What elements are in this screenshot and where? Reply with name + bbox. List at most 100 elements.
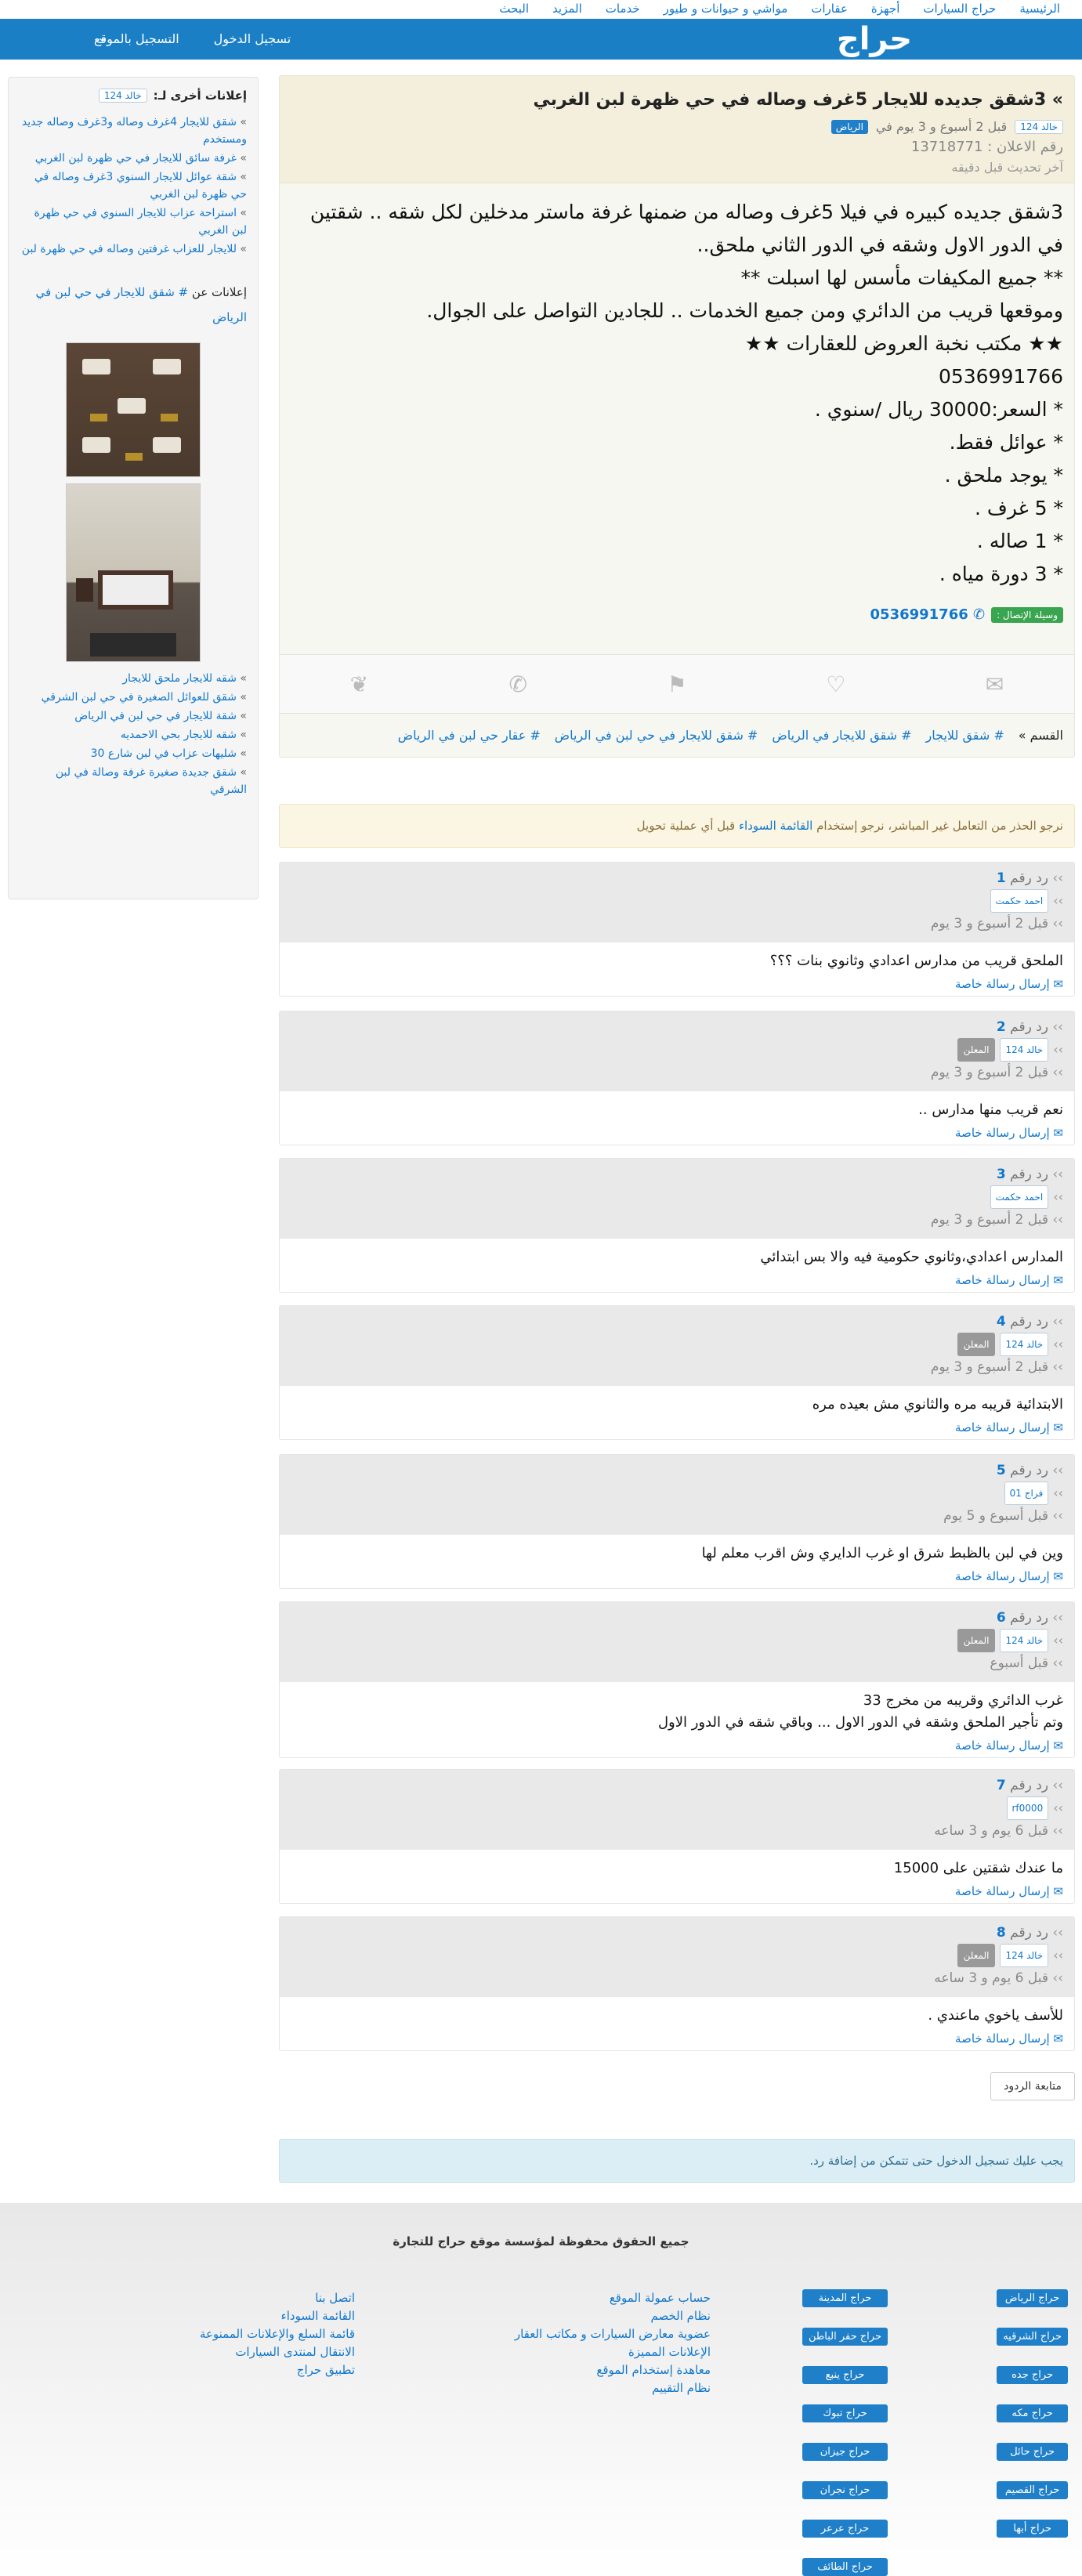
reply-number-link[interactable]: 6	[997, 1610, 1006, 1626]
reply-user-badge[interactable]: احمد حكمت	[990, 889, 1049, 913]
top-nav-link[interactable]: البحث	[499, 2, 529, 16]
city-button[interactable]: حراج حفر الباطن	[802, 2328, 888, 2346]
category-tag-link[interactable]: # شقق للايجار في الرياض	[772, 728, 911, 743]
top-nav-link[interactable]: أجهزة	[871, 2, 900, 16]
category-tag-link[interactable]: # شقق للايجار في حي لبن في الرياض	[555, 728, 758, 743]
other-ad-link[interactable]: غرفة سائق للايجار في حي ظهرة لبن الغربي	[35, 152, 237, 165]
reply-number-link[interactable]: 8	[997, 1925, 1006, 1941]
private-message-link[interactable]: ✉ إرسال رسالة خاصة	[280, 1738, 1074, 1757]
private-message-link[interactable]: ✉ إرسال رسالة خاصة	[280, 2031, 1074, 2050]
related-ad-link[interactable]: شقة للايجار في حي لبن في الرياض	[74, 710, 237, 722]
city-button[interactable]: حراج جده	[997, 2366, 1068, 2384]
city-button[interactable]: حراج الطائف	[802, 2558, 888, 2576]
city-button[interactable]: حراج مكه	[997, 2404, 1068, 2422]
other-ad-item[interactable]: » شقة عوائل للايجار السنوي 3غرف وصاله في…	[20, 168, 247, 203]
footer-link[interactable]: حساب عمولة الموقع	[515, 2289, 711, 2307]
city-button[interactable]: حراج تبوك	[802, 2404, 888, 2422]
follow-replies-button[interactable]: متابعة الردود	[990, 2072, 1075, 2100]
related-ad-link[interactable]: شقه للايجار ملحق للايجار	[122, 672, 237, 685]
reply-number-link[interactable]: 1	[997, 870, 1006, 886]
other-ad-link[interactable]: شقق للايجار 4غرف وصاله و3غرف وصاله جديد …	[22, 116, 247, 146]
footer-link[interactable]: القائمة السوداء	[200, 2307, 355, 2325]
related-ad-item[interactable]: » شقق جديدة صغيرة غرفة وصالة في لبن الشر…	[20, 764, 247, 798]
footer-link[interactable]: قائمة السلع والإعلانات الممنوعة	[200, 2325, 355, 2343]
other-ad-link[interactable]: للايجار للعزاب غرفتين وصاله في حي ظهرة ل…	[22, 243, 237, 255]
category-tag-link[interactable]: # شقق للايجار	[926, 728, 1004, 743]
other-ad-link[interactable]: شقة عوائل للايجار السنوي 3غرف وصاله في ح…	[34, 171, 247, 201]
reply-number-link[interactable]: 4	[997, 1314, 1006, 1330]
city-button[interactable]: حراج المدينة	[802, 2289, 888, 2307]
related-ad-item[interactable]: » شقة للايجار في حي لبن في الرياض	[20, 707, 247, 725]
other-ad-item[interactable]: » استراحة عزاب للايجار السنوي في حي ظهرة…	[20, 204, 247, 239]
other-ad-link[interactable]: استراحة عزاب للايجار السنوي في حي ظهرة ل…	[34, 207, 247, 237]
other-ads-user-badge[interactable]: خالد 124	[98, 89, 147, 103]
city-button[interactable]: حراج حائل	[997, 2443, 1068, 2461]
reply-number-link[interactable]: 5	[997, 1463, 1006, 1478]
related-ad-item[interactable]: » شليهات عزاب في لبن شارع 30	[20, 745, 247, 762]
footer-link[interactable]: اتصل بنا	[200, 2289, 355, 2307]
private-message-link[interactable]: ✉ إرسال رسالة خاصة	[280, 1569, 1074, 1588]
related-ad-link[interactable]: شقه للايجار بحي الاحمديه	[121, 729, 237, 741]
footer-link[interactable]: تطبيق حراج	[200, 2361, 355, 2379]
city-button[interactable]: حراج جيزان	[802, 2443, 888, 2461]
contact-phone[interactable]: ✆ 0536991766	[870, 606, 986, 623]
other-ad-item[interactable]: » للايجار للعزاب غرفتين وصاله في حي ظهرة…	[20, 241, 247, 258]
reply-number-link[interactable]: 7	[997, 1778, 1006, 1793]
city-button[interactable]: حراج القصيم	[997, 2481, 1068, 2499]
footer-link[interactable]: الإعلانات المميزة	[515, 2343, 711, 2361]
reply-user-badge[interactable]: rf0000	[1006, 1796, 1049, 1820]
private-message-link[interactable]: ✉ إرسال رسالة خاصة	[280, 977, 1074, 996]
reply-user-badge[interactable]: خالد 124	[1000, 1629, 1049, 1652]
city-button[interactable]: حراج ينبع	[802, 2366, 888, 2384]
ad-user-badge[interactable]: خالد 124	[1015, 119, 1063, 134]
footer-link[interactable]: عضوية معارض السيارات و مكاتب العقار	[515, 2325, 711, 2343]
private-message-link[interactable]: ✉ إرسال رسالة خاصة	[280, 1420, 1074, 1439]
top-nav-link[interactable]: الرئيسية	[1019, 2, 1060, 16]
related-ad-item[interactable]: » شقه للايجار بحي الاحمديه	[20, 726, 247, 743]
top-nav-link[interactable]: حراج السيارات	[923, 2, 996, 16]
city-button[interactable]: حراج الشرقيه	[997, 2328, 1068, 2346]
reply-user-badge[interactable]: احمد حكمت	[990, 1185, 1049, 1209]
listing-photo-ceiling[interactable]	[66, 342, 201, 477]
related-ad-link[interactable]: شقق جديدة صغيرة غرفة وصالة في لبن الشرقي	[56, 766, 247, 796]
flag-icon[interactable]: ⚑	[653, 671, 700, 697]
listing-photo-bedroom[interactable]	[66, 483, 201, 662]
reply-user-badge[interactable]: خالد 124	[1000, 1333, 1049, 1356]
reply-user-badge[interactable]: فراج 01	[1004, 1482, 1049, 1505]
login-link[interactable]: تسجيل الدخول	[214, 31, 291, 46]
related-ad-link[interactable]: شليهات عزاب في لبن شارع 30	[91, 747, 237, 760]
related-ad-item[interactable]: » شقق للعوائل الصغيرة في حي لبن الشرقي	[20, 689, 247, 706]
twitter-icon[interactable]: ❦	[335, 671, 382, 697]
site-logo[interactable]: حراج	[800, 22, 949, 56]
envelope-icon[interactable]: ✉	[972, 671, 1019, 697]
top-nav-link[interactable]: المزيد	[552, 2, 582, 16]
footer-link[interactable]: الانتقال لمنتدى السيارات	[200, 2343, 355, 2361]
city-button[interactable]: حراج أبها	[997, 2520, 1068, 2538]
heart-icon[interactable]: ♡	[812, 671, 859, 697]
category-tag-link[interactable]: # عقار حي لبن في الرياض	[398, 728, 541, 743]
reply-user-badge[interactable]: خالد 124	[1000, 1944, 1049, 1967]
private-message-link[interactable]: ✉ إرسال رسالة خاصة	[280, 1126, 1074, 1145]
city-button[interactable]: حراج عرعر	[802, 2520, 888, 2538]
top-nav-link[interactable]: مواشي و حيوانات و طيور	[664, 2, 788, 16]
city-button[interactable]: حراج نجران	[802, 2481, 888, 2499]
other-ad-item[interactable]: » شقق للايجار 4غرف وصاله و3غرف وصاله جدي…	[20, 114, 247, 148]
whatsapp-icon[interactable]: ✆	[494, 671, 541, 697]
related-ad-item[interactable]: » شقه للايجار ملحق للايجار	[20, 670, 247, 687]
footer-link[interactable]: نظام الخصم	[515, 2307, 711, 2325]
top-nav-link[interactable]: عقارات	[811, 2, 848, 16]
footer-link[interactable]: معاهدة إستخدام الموقع	[515, 2361, 711, 2379]
top-nav-link[interactable]: خدمات	[606, 2, 640, 16]
private-message-link[interactable]: ✉ إرسال رسالة خاصة	[280, 1273, 1074, 1292]
reply-number-link[interactable]: 3	[997, 1167, 1006, 1182]
private-message-link[interactable]: ✉ إرسال رسالة خاصة	[280, 1884, 1074, 1903]
other-ad-item[interactable]: » غرفة سائق للايجار في حي ظهرة لبن الغرب…	[20, 150, 247, 167]
city-badge[interactable]: الرياض	[830, 119, 868, 134]
blacklist-link[interactable]: القائمة السوداء	[739, 819, 812, 833]
related-ad-link[interactable]: شقق للعوائل الصغيرة في حي لبن الشرقي	[42, 691, 237, 704]
city-button[interactable]: حراج الرياض	[997, 2289, 1068, 2307]
reply-number-link[interactable]: 2	[997, 1019, 1006, 1035]
chevron-down-icon[interactable]: ⌄	[97, 30, 107, 45]
footer-link[interactable]: نظام التقييم	[515, 2379, 711, 2397]
reply-user-badge[interactable]: خالد 124	[1000, 1038, 1049, 1062]
